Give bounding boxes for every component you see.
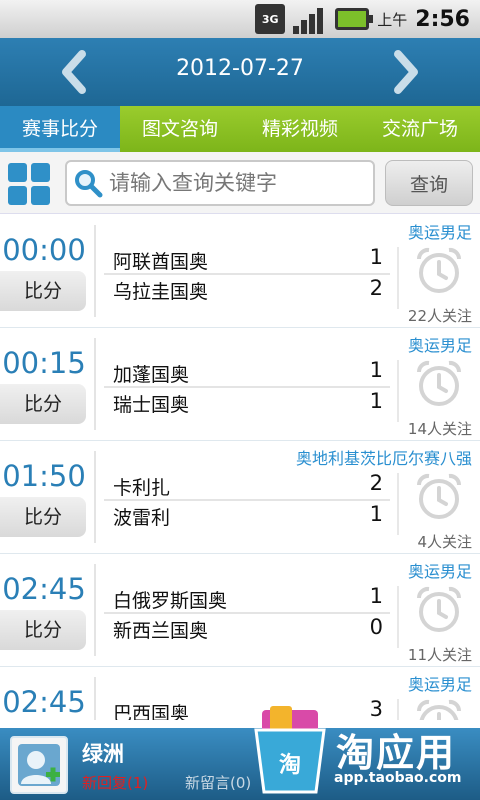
match-time: 00:15 xyxy=(2,346,86,380)
avatar[interactable] xyxy=(10,736,68,794)
divider xyxy=(94,338,96,430)
tab-bar: 赛事比分 图文咨询 精彩视频 交流广场 xyxy=(0,106,480,152)
status-ampm: 上午 xyxy=(377,10,408,29)
score-a: 2 xyxy=(369,471,383,495)
match-row[interactable]: 02:45 比分 奥运男足 白俄罗斯国奥 1 新西兰国奥 0 11人关注 xyxy=(0,554,480,667)
follower-count: 14人关注 xyxy=(407,420,472,438)
team-a: 卡利扎 xyxy=(113,477,171,499)
match-row[interactable]: 01:50 比分 奥地利基茨比厄尔赛八强 卡利扎 2 波雷利 1 4人关注 xyxy=(0,441,480,554)
league-label: 奥运男足 xyxy=(407,336,472,355)
score-b: 1 xyxy=(369,389,383,413)
team-a: 加蓬国奥 xyxy=(113,364,190,386)
tab-scores[interactable]: 赛事比分 xyxy=(0,106,120,152)
status-bar: 3G 上午 2:56 xyxy=(0,0,480,38)
battery-charging-icon xyxy=(335,8,374,30)
match-row[interactable]: 00:15 比分 奥运男足 加蓬国奥 1 瑞士国奥 1 14人关注 xyxy=(0,328,480,441)
score-b: 2 xyxy=(369,276,383,300)
add-user-icon xyxy=(18,744,60,786)
chevron-right-icon xyxy=(394,50,418,94)
score-a: 1 xyxy=(369,358,383,382)
team-a: 阿联酋国奥 xyxy=(113,251,209,273)
league-label: 奥运男足 xyxy=(407,562,472,581)
match-time: 02:45 xyxy=(2,685,86,719)
team-b: 波雷利 xyxy=(113,507,171,529)
tab-forum[interactable]: 交流广场 xyxy=(360,106,480,152)
match-list: 00:00 比分 奥运男足 阿联酋国奥 1 乌拉圭国奥 2 22人关注 00:1… xyxy=(0,215,480,720)
alarm-clock-icon[interactable] xyxy=(413,358,465,410)
score-button[interactable]: 比分 xyxy=(0,497,86,537)
score-button[interactable]: 比分 xyxy=(0,384,86,424)
tab-videos[interactable]: 精彩视频 xyxy=(240,106,360,152)
league-label: 奥地利基茨比厄尔赛八强 xyxy=(295,449,472,468)
team-a: 白俄罗斯国奥 xyxy=(113,590,228,612)
match-time: 01:50 xyxy=(2,459,86,493)
divider xyxy=(397,360,399,422)
score-button[interactable]: 比分 xyxy=(0,610,86,650)
network-3g-icon: 3G xyxy=(255,4,286,34)
divider xyxy=(104,386,390,388)
match-row[interactable]: 00:00 比分 奥运男足 阿联酋国奥 1 乌拉圭国奥 2 22人关注 xyxy=(0,215,480,328)
divider xyxy=(104,612,390,614)
app-title: 绿洲 xyxy=(82,742,124,766)
status-clock: 2:56 xyxy=(415,6,470,32)
alarm-clock-icon[interactable] xyxy=(413,584,465,636)
divider xyxy=(94,225,96,317)
divider xyxy=(397,247,399,309)
search-field[interactable] xyxy=(65,160,375,206)
score-button[interactable]: 比分 xyxy=(0,271,86,311)
follower-count: 22人关注 xyxy=(407,307,472,325)
taobao-watermark: 淘 淘应用 app.taobao.com xyxy=(240,700,480,800)
team-a: 巴西国奥 xyxy=(113,703,190,720)
divider xyxy=(94,451,96,543)
divider xyxy=(397,473,399,535)
next-day-button[interactable] xyxy=(380,48,430,96)
watermark-url: app.taobao.com xyxy=(334,770,462,786)
divider xyxy=(104,273,390,275)
match-time: 02:45 xyxy=(2,572,86,606)
alarm-clock-icon[interactable] xyxy=(413,471,465,523)
follower-count: 4人关注 xyxy=(417,533,472,551)
follower-count: 11人关注 xyxy=(407,646,472,664)
grid-menu-icon[interactable] xyxy=(8,163,50,205)
shopping-bag-icon: 淘 xyxy=(254,706,326,794)
alarm-clock-icon[interactable] xyxy=(413,245,465,297)
search-input[interactable] xyxy=(109,162,369,204)
watermark-bag-text: 淘 xyxy=(279,752,301,778)
score-a: 1 xyxy=(369,245,383,269)
search-icon xyxy=(75,170,103,198)
search-bar: 查询 xyxy=(0,152,480,214)
query-button[interactable]: 查询 xyxy=(385,160,473,206)
signal-strength-icon xyxy=(293,4,327,34)
divider xyxy=(94,677,96,720)
tab-news[interactable]: 图文咨询 xyxy=(120,106,240,152)
team-b: 瑞士国奥 xyxy=(113,394,190,416)
score-a: 1 xyxy=(369,584,383,608)
score-b: 0 xyxy=(369,615,383,639)
score-b: 1 xyxy=(369,502,383,526)
divider xyxy=(397,586,399,648)
team-b: 乌拉圭国奥 xyxy=(113,281,209,303)
new-reply-link[interactable]: 新回复(1) xyxy=(82,772,148,793)
team-b: 新西兰国奥 xyxy=(113,620,209,642)
divider xyxy=(104,499,390,501)
league-label: 奥运男足 xyxy=(407,675,472,694)
watermark-text: 淘应用 xyxy=(336,731,457,775)
league-label: 奥运男足 xyxy=(407,223,472,242)
date-header: 2012-07-27 xyxy=(0,38,480,106)
match-time: 00:00 xyxy=(2,233,86,267)
divider xyxy=(94,564,96,656)
